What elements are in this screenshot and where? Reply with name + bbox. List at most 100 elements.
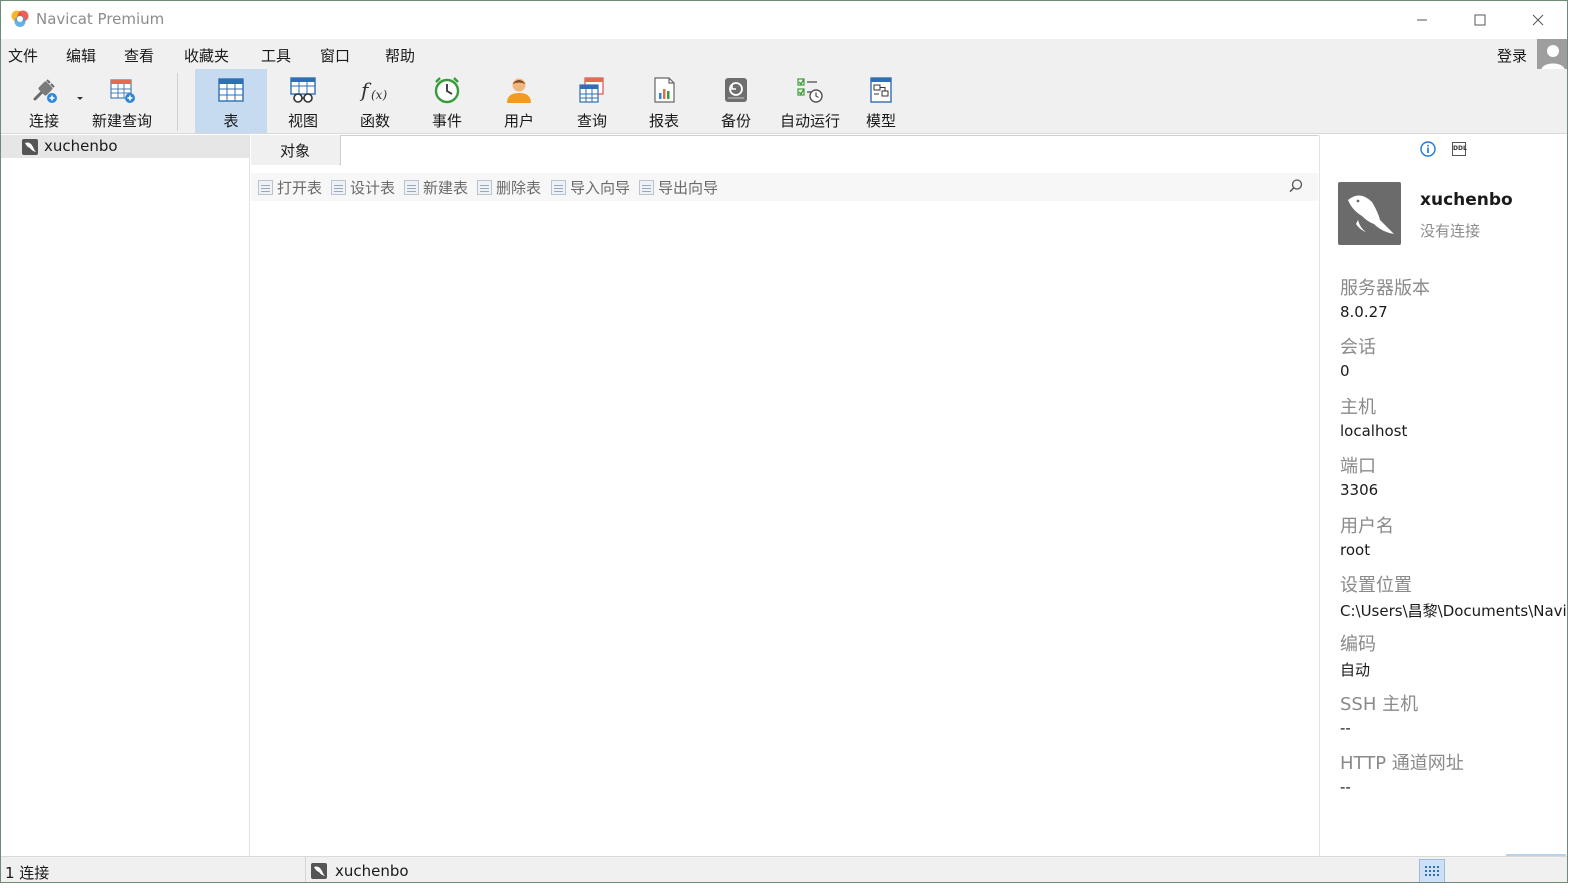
user-avatar-icon[interactable] — [1537, 39, 1567, 71]
new-table-icon — [404, 180, 419, 195]
backup-button[interactable]: 备份 — [703, 69, 769, 133]
menu-view[interactable]: 查看 — [124, 45, 154, 66]
delete-table-button[interactable]: 删除表 — [477, 177, 541, 198]
menu-bar: 文件 编辑 查看 收藏夹 工具 窗口 帮助 登录 — [1, 39, 1567, 69]
prop-value: 8.0.27 — [1340, 303, 1388, 321]
new-query-icon — [106, 74, 138, 106]
prop-label: SSH 主机 — [1340, 694, 1419, 715]
search-icon[interactable] — [1288, 178, 1304, 194]
query-label: 查询 — [576, 112, 607, 130]
minimize-button[interactable] — [1393, 1, 1451, 39]
prop-server-version: 服务器版本 8.0.27 — [1340, 274, 1567, 321]
prop-value: -- — [1340, 778, 1351, 796]
prop-encoding: 编码 自动 — [1340, 630, 1567, 680]
prop-label: 会话 — [1340, 337, 1376, 358]
prop-label: 编码 — [1340, 634, 1376, 655]
view-label: 视图 — [287, 112, 318, 130]
open-table-button[interactable]: 打开表 — [258, 177, 322, 198]
export-wizard-label: 导出向导 — [658, 179, 719, 197]
prop-settings-location: 设置位置 C:\Users\昌黎\Documents\Navi — [1340, 571, 1567, 621]
prop-label: 设置位置 — [1340, 575, 1412, 596]
object-toolbar: 打开表 设计表 新建表 删除表 导入向导 导出向导 — [251, 173, 1318, 201]
import-wizard-button[interactable]: 导入向导 — [551, 177, 630, 198]
menu-file[interactable]: 文件 — [8, 45, 38, 66]
model-button[interactable]: 模型 — [851, 69, 911, 133]
prop-ssh-host: SSH 主机 -- — [1340, 690, 1567, 737]
query-button[interactable]: 查询 — [559, 69, 625, 133]
svg-text:(x): (x) — [371, 88, 387, 102]
automation-button[interactable]: 自动运行 — [775, 69, 845, 133]
prop-port: 端口 3306 — [1340, 452, 1567, 499]
prop-username: 用户名 root — [1340, 512, 1567, 559]
main-toolbar: 连接 新建查询 表 视图 f (x) 函数 事件 用户 查询 报表 备份 自动运… — [1, 69, 1567, 134]
user-button[interactable]: 用户 — [487, 69, 551, 133]
connect-label: 连接 — [28, 112, 59, 130]
info-connection-status: 没有连接 — [1420, 222, 1481, 240]
info-icon[interactable] — [1420, 141, 1436, 157]
detail-view-button[interactable] — [1447, 859, 1473, 882]
status-connection-count: 1 连接 — [5, 864, 50, 882]
prop-sessions: 会话 0 — [1340, 333, 1567, 380]
user-icon — [503, 74, 535, 106]
import-wizard-label: 导入向导 — [570, 179, 631, 197]
function-label: 函数 — [359, 112, 390, 130]
menu-help[interactable]: 帮助 — [385, 45, 415, 66]
connection-item[interactable]: xuchenbo — [1, 135, 249, 158]
plug-icon — [28, 74, 60, 106]
import-wizard-icon — [551, 180, 566, 195]
maximize-button[interactable] — [1451, 1, 1509, 39]
new-table-button[interactable]: 新建表 — [404, 177, 468, 198]
prop-value: localhost — [1340, 422, 1408, 440]
view-button[interactable]: 视图 — [269, 69, 337, 133]
list-view-icon — [1425, 866, 1439, 876]
window-title: Navicat Premium — [36, 10, 165, 28]
report-button[interactable]: 报表 — [631, 69, 697, 133]
ddl-icon[interactable]: DDL — [1452, 142, 1467, 156]
alarm-clock-icon — [431, 74, 463, 106]
close-button[interactable] — [1509, 1, 1567, 39]
function-icon: f (x) — [359, 74, 391, 106]
tab-objects[interactable]: 对象 — [251, 135, 339, 165]
app-window: Navicat Premium 文件 编辑 查看 收藏夹 工具 窗口 帮助 登录 — [0, 0, 1568, 883]
tab-strip-empty-area — [340, 135, 1318, 165]
object-pane: 对象 打开表 设计表 新建表 删除表 导入向导 导出向导 — [251, 135, 1318, 856]
export-wizard-icon — [639, 180, 654, 195]
new-query-button[interactable]: 新建查询 — [87, 69, 157, 133]
tab-objects-label: 对象 — [279, 141, 310, 160]
info-panel: DDL xuchenbo 没有连接 服务器版本 8.0.27 会话 0 主机 l… — [1319, 135, 1567, 856]
open-table-icon — [258, 180, 273, 195]
list-view-button[interactable] — [1419, 859, 1445, 882]
maximize-icon — [1474, 14, 1486, 26]
table-button[interactable]: 表 — [195, 69, 267, 133]
status-separator — [305, 857, 306, 882]
automation-icon — [794, 74, 826, 106]
report-label: 报表 — [648, 112, 679, 130]
table-icon — [215, 74, 247, 106]
status-bar: 1 连接 xuchenbo — [1, 856, 1567, 882]
minimize-icon — [1417, 19, 1427, 21]
export-wizard-button[interactable]: 导出向导 — [639, 177, 718, 198]
mysql-dolphin-icon — [22, 139, 38, 155]
mysql-dolphin-icon — [311, 863, 327, 879]
tab-strip: 对象 — [251, 135, 1318, 165]
report-icon — [648, 74, 680, 106]
event-button[interactable]: 事件 — [415, 69, 479, 133]
login-button[interactable]: 登录 — [1497, 45, 1527, 66]
function-button[interactable]: f (x) 函数 — [343, 69, 407, 133]
menu-window[interactable]: 窗口 — [320, 45, 350, 66]
prop-value: C:\Users\昌黎\Documents\Navi — [1340, 602, 1567, 620]
backup-label: 备份 — [720, 112, 751, 130]
prop-label: 服务器版本 — [1340, 278, 1430, 299]
prop-value: 0 — [1340, 362, 1350, 380]
prop-value: -- — [1340, 719, 1351, 737]
connect-button[interactable]: 连接 — [15, 69, 73, 133]
connection-name: xuchenbo — [44, 137, 118, 155]
design-table-button[interactable]: 设计表 — [331, 177, 395, 198]
status-current-connection: xuchenbo — [335, 862, 409, 880]
menu-favorites[interactable]: 收藏夹 — [184, 45, 229, 66]
connect-dropdown-caret-icon[interactable] — [77, 97, 83, 100]
design-table-label: 设计表 — [350, 179, 396, 197]
new-query-label: 新建查询 — [91, 112, 152, 130]
menu-tools[interactable]: 工具 — [261, 45, 291, 66]
menu-edit[interactable]: 编辑 — [66, 45, 96, 66]
